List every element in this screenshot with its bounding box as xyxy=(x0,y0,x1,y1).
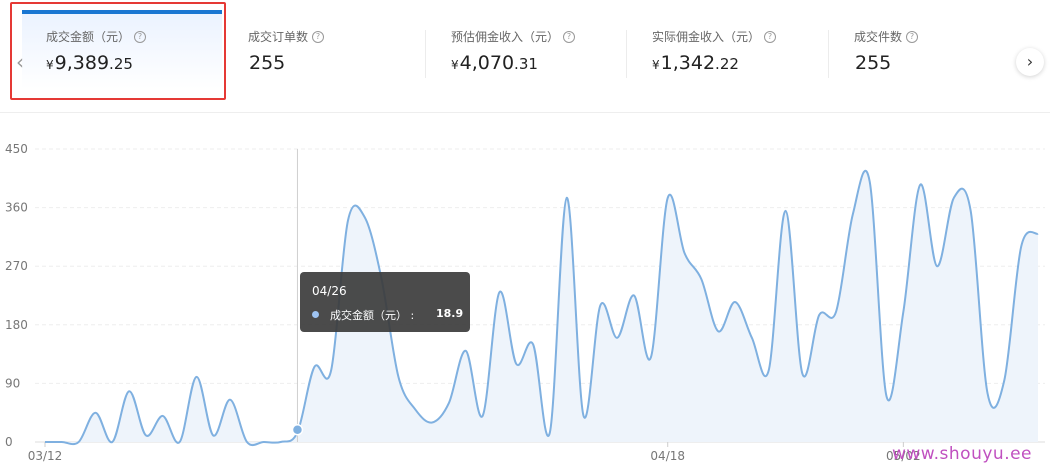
metric-cards: 成交金额（元）? ¥9,389.25 成交订单数? 255 预估佣金收入（元）?… xyxy=(0,0,1050,112)
y-tick-label: 450 xyxy=(5,142,28,156)
metric-label: 预估佣金收入（元）? xyxy=(451,28,576,45)
metric-label: 实际佣金收入（元）? xyxy=(652,28,777,45)
y-tick-label: 360 xyxy=(5,201,28,215)
metric-value: 255 xyxy=(855,52,892,74)
tooltip-series-name: 成交金额（元） : xyxy=(330,309,415,322)
question-circle-icon[interactable]: ? xyxy=(906,30,919,43)
chevron-right-icon[interactable]: › xyxy=(1016,48,1044,76)
chevron-left-icon[interactable]: ‹ xyxy=(12,50,28,74)
hover-data-point[interactable] xyxy=(291,423,304,436)
metric-card-items[interactable]: 成交件数? 255 xyxy=(854,10,1004,98)
metric-card-estimated-commission[interactable]: 预估佣金收入（元）? ¥4,070.31 xyxy=(451,10,626,98)
metric-divider xyxy=(425,30,426,78)
selection-highlight-box xyxy=(10,2,226,100)
chart-tooltip: 04/26 成交金额（元） : 18.9 xyxy=(300,272,470,332)
metric-value: ¥4,070.31 xyxy=(451,52,538,74)
question-circle-icon[interactable]: ? xyxy=(312,30,325,43)
watermark-text: www.shouyu.ee xyxy=(892,444,1033,464)
metric-value: ¥1,342.22 xyxy=(652,52,739,74)
y-tick-label: 270 xyxy=(5,259,28,273)
x-tick-label: 03/12 xyxy=(28,449,63,463)
gmv-area-chart[interactable]: 090180270360450 03/1204/1805/0205/1205/2… xyxy=(0,140,1050,470)
metric-card-orders[interactable]: 成交订单数? 255 xyxy=(248,10,428,98)
tooltip-value: 18.9 xyxy=(436,307,464,320)
header-divider xyxy=(0,112,1050,113)
y-tick-label: 0 xyxy=(5,435,13,449)
tooltip-date: 04/26 xyxy=(312,284,347,298)
metric-label: 成交件数? xyxy=(854,28,919,45)
tooltip-separator: : xyxy=(410,309,415,322)
y-axis: 0 90 180 270 360 450 xyxy=(5,142,28,449)
metric-card-actual-commission[interactable]: 实际佣金收入（元）? ¥1,342.22 xyxy=(652,10,827,98)
question-circle-icon[interactable]: ? xyxy=(563,30,576,43)
metric-label: 成交订单数? xyxy=(248,28,325,45)
x-tick-label: 04/18 xyxy=(650,449,685,463)
question-circle-icon[interactable]: ? xyxy=(764,30,777,43)
legend-dot-icon xyxy=(312,311,319,318)
metric-value: 255 xyxy=(249,52,286,74)
y-tick-label: 180 xyxy=(5,318,28,332)
metric-divider xyxy=(828,30,829,78)
metric-divider xyxy=(626,30,627,78)
y-tick-label: 90 xyxy=(5,376,20,390)
